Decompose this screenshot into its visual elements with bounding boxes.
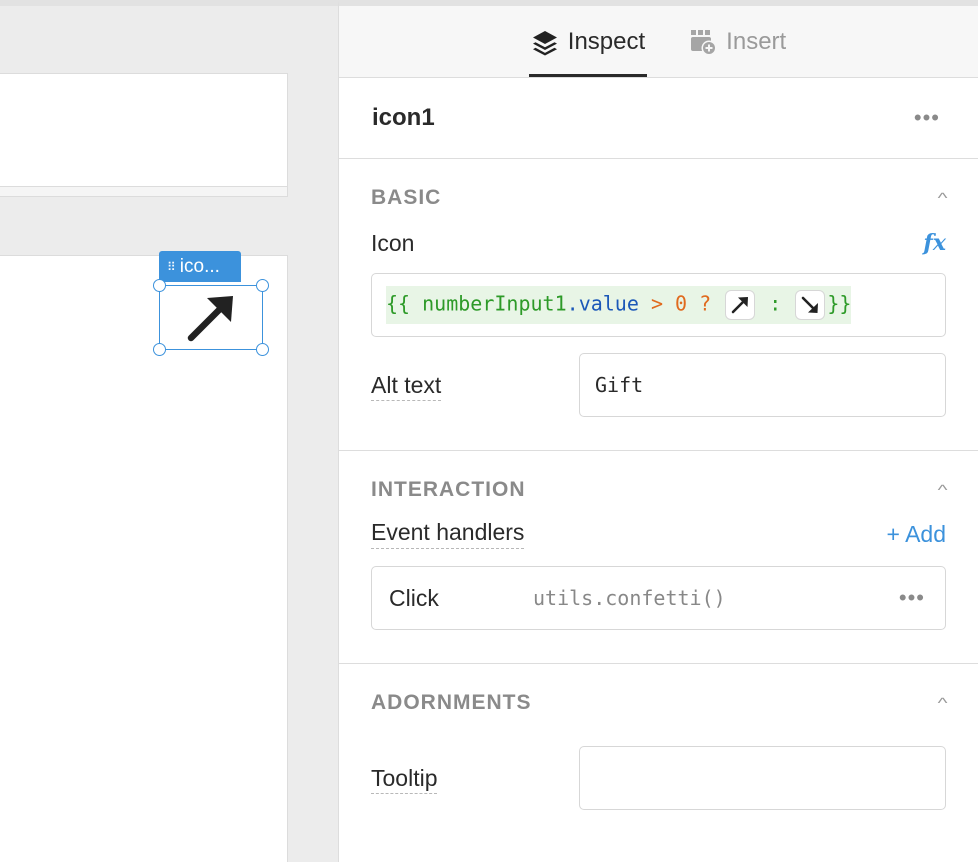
resize-handle-bottom-right[interactable] — [256, 343, 269, 356]
tab-inspect[interactable]: Inspect — [528, 6, 648, 77]
drag-handle-icon[interactable]: ⠿ — [167, 261, 176, 273]
section-interaction: INTERACTION ^ Event handlers + Add Click… — [339, 451, 978, 664]
selected-component-tag[interactable]: ⠿ ico... — [159, 251, 241, 282]
chevron-up-icon[interactable]: ^ — [938, 695, 948, 712]
event-handler-item[interactable]: Click utils.confetti() ••• — [371, 566, 946, 630]
code-expression: {{ numberInput1.value > 0 ? : }} — [386, 286, 852, 324]
tooltip-label-wrap: Tooltip — [371, 764, 579, 794]
arrow-down-right-icon — [802, 296, 819, 313]
section-adornments-header[interactable]: ADORNMENTS ^ — [371, 664, 948, 742]
tooltip-input[interactable] — [579, 746, 946, 810]
tooltip-row: Tooltip — [371, 746, 946, 810]
section-basic: BASIC ^ Icon fx {{ numberInput1.value > … — [339, 159, 978, 451]
icon-code-input[interactable]: {{ numberInput1.value > 0 ? : }} — [371, 273, 946, 337]
alt-text-input[interactable]: Gift — [579, 353, 946, 417]
arrow-up-right-icon — [731, 297, 749, 314]
chevron-up-icon[interactable]: ^ — [938, 190, 948, 207]
canvas[interactable]: ⠿ ico... — [0, 0, 338, 862]
section-basic-header[interactable]: BASIC ^ — [371, 159, 948, 237]
section-adornments: ADORNMENTS ^ Tooltip — [339, 664, 978, 810]
icon-property-row: Icon fx — [371, 229, 946, 257]
event-handler-event: Click — [389, 584, 439, 611]
inspector-panel: Inspect Insert icon1 ••• BASIC ^ Icon fx… — [338, 0, 978, 862]
alt-text-label: Alt text — [371, 371, 442, 401]
icon1-component[interactable] — [153, 279, 269, 356]
event-handler-menu-button[interactable]: ••• — [899, 585, 925, 611]
icon-label: Icon — [371, 229, 415, 256]
code-open-braces: {{ — [386, 291, 411, 316]
icon-chip-true[interactable] — [725, 290, 756, 320]
section-adornments-title: ADORNMENTS — [371, 691, 532, 714]
section-interaction-title: INTERACTION — [371, 478, 526, 501]
fx-toggle-icon[interactable]: fx — [923, 230, 946, 256]
code-operator: > 0 ? — [650, 291, 712, 316]
resize-handle-top-left[interactable] — [153, 279, 166, 292]
resize-handle-top-right[interactable] — [256, 279, 269, 292]
component-name[interactable]: icon1 — [372, 104, 435, 132]
code-colon: : — [769, 291, 782, 316]
resize-handle-bottom-left[interactable] — [153, 343, 166, 356]
add-component-icon — [691, 29, 717, 55]
arrow-up-right-icon — [187, 295, 233, 341]
selected-component-tag-label: ico... — [179, 255, 220, 277]
icon-chip-false[interactable] — [795, 290, 826, 320]
code-dot: . — [566, 291, 579, 316]
panel-tabs: Inspect Insert — [339, 6, 978, 78]
event-handler-action: utils.confetti() — [533, 586, 726, 610]
tab-insert[interactable]: Insert — [687, 6, 788, 77]
event-handlers-row: Event handlers + Add — [371, 517, 946, 551]
code-variable: numberInput1 — [422, 291, 567, 316]
code-close-braces: }} — [827, 291, 852, 316]
tab-insert-label: Insert — [726, 27, 787, 55]
component-menu-button[interactable]: ••• — [914, 105, 940, 131]
event-handlers-label: Event handlers — [371, 519, 525, 549]
chevron-up-icon[interactable]: ^ — [938, 482, 948, 499]
alt-text-row: Alt text Gift — [371, 353, 946, 417]
tooltip-label: Tooltip — [371, 764, 438, 794]
layers-icon — [532, 30, 557, 55]
canvas-container-footer — [0, 187, 288, 197]
tab-inspect-label: Inspect — [567, 27, 646, 55]
component-header: icon1 ••• — [339, 78, 978, 159]
add-event-handler-button[interactable]: + Add — [887, 521, 946, 548]
code-property: value — [578, 291, 639, 316]
alt-text-label-wrap: Alt text — [371, 371, 579, 401]
section-basic-title: BASIC — [371, 186, 442, 209]
canvas-container-top[interactable] — [0, 73, 288, 187]
